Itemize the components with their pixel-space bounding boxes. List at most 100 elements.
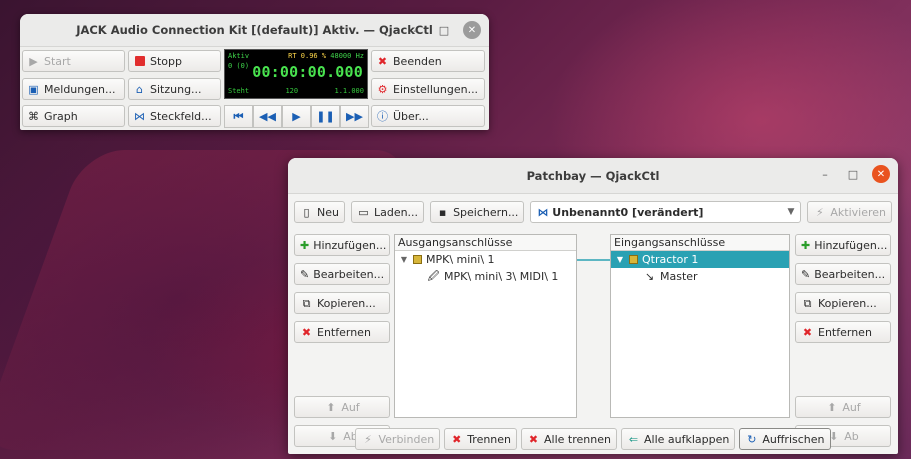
list-item[interactable]: ▼ MPK\ mini\ 1 <box>395 251 576 268</box>
activate-button[interactable]: ⚡ Aktivieren <box>807 201 892 223</box>
activate-label: Aktivieren <box>830 205 886 219</box>
new-label: Neu <box>317 205 339 219</box>
arrow-up-icon: ⬆ <box>827 400 837 414</box>
close-icon[interactable]: ✕ <box>872 165 890 183</box>
list-item-label: MPK\ mini\ 1 <box>426 253 495 266</box>
quit-label: Beenden <box>393 54 442 68</box>
quit-icon: ✖ <box>377 54 388 68</box>
output-remove-button[interactable]: ✖ Entfernen <box>294 321 390 343</box>
minimize-icon[interactable]: – <box>816 165 834 183</box>
connect-label: Verbinden <box>378 432 435 446</box>
start-label: Start <box>44 54 71 68</box>
refresh-label: Auffrischen <box>762 432 825 446</box>
disconnect-all-icon: ✖ <box>528 432 539 446</box>
input-add-button[interactable]: ✚ Hinzufügen... <box>795 234 891 256</box>
graph-button[interactable]: ⌘ Graph <box>22 105 125 127</box>
display-time: 00:00:00.000 <box>252 63 363 81</box>
display-top-row: Aktiv RT 0.96 % 48000 Hz <box>228 52 364 60</box>
connect-button[interactable]: ⚡ Verbinden <box>355 428 441 450</box>
output-edit-label: Bearbeiten... <box>313 267 385 281</box>
patchbay-window-title: Patchbay — QjackCtl <box>526 168 660 183</box>
patchbay-window: Patchbay — QjackCtl – □ ✕ ▯ Neu ▭ Laden.… <box>288 158 898 454</box>
output-buttons: ✚ Hinzufügen... ✎ Bearbeiten... ⧉ Kopier… <box>294 234 390 454</box>
input-edit-label: Bearbeiten... <box>814 267 886 281</box>
connections-icon: ⋈ <box>134 109 145 123</box>
list-item[interactable]: 🖉 MPK\ mini\ 3\ MIDI\ 1 <box>395 268 576 285</box>
display-xruns: 0 (0) <box>228 62 250 70</box>
input-list[interactable]: Eingangsanschlüsse ▼ Qtractor 1 ↘ Master <box>610 234 790 418</box>
rewind-button[interactable]: ◀◀ <box>253 105 282 128</box>
maximize-icon[interactable]: □ <box>435 21 453 39</box>
load-button[interactable]: ▭ Laden... <box>350 201 425 223</box>
arrow-up-icon: ⬆ <box>326 400 336 414</box>
rewind-start-button[interactable]: ⏮ <box>224 105 253 128</box>
close-icon[interactable]: ✕ <box>463 21 481 39</box>
transport-controls: ⏮ ◀◀ ▶ ❚❚ ▶▶ <box>224 105 369 128</box>
pause-button[interactable]: ❚❚ <box>311 105 340 128</box>
input-edit-button[interactable]: ✎ Bearbeiten... <box>795 263 891 285</box>
connections-button[interactable]: ⋈ Steckfeld... <box>128 105 221 127</box>
disconnect-all-button[interactable]: ✖ Alle trennen <box>521 428 617 450</box>
about-button[interactable]: ⓘ Über... <box>371 105 485 127</box>
expand-all-label: Alle aufklappen <box>643 432 730 446</box>
output-list[interactable]: Ausgangsanschlüsse ▼ MPK\ mini\ 1 🖉 MPK\… <box>394 234 577 418</box>
folder-icon: ▭ <box>358 205 369 219</box>
client-icon <box>413 255 422 264</box>
session-label: Sitzung... <box>150 82 202 96</box>
preset-select[interactable]: ⋈ Unbenannt0 [verändert] ▼ <box>530 201 802 223</box>
graph-label: Graph <box>44 109 78 123</box>
input-remove-label: Entfernen <box>818 325 872 339</box>
messages-label: Meldungen... <box>44 82 116 96</box>
output-list-header: Ausgangsanschlüsse <box>395 235 576 251</box>
minimize-icon[interactable]: – <box>407 21 425 39</box>
list-item-label: Qtractor 1 <box>642 253 699 266</box>
output-remove-label: Entfernen <box>317 325 371 339</box>
output-copy-button[interactable]: ⧉ Kopieren... <box>294 292 390 314</box>
stop-button[interactable]: Stopp <box>128 50 221 72</box>
input-add-label: Hinzufügen... <box>814 238 888 252</box>
input-up-button[interactable]: ⬆ Auf <box>795 396 891 418</box>
preset-value: Unbenannt0 [verändert] <box>552 205 704 219</box>
connections-label: Steckfeld... <box>150 109 212 123</box>
copy-icon: ⧉ <box>803 296 812 310</box>
input-buttons: ✚ Hinzufügen... ✎ Bearbeiten... ⧉ Kopier… <box>795 234 891 454</box>
refresh-button[interactable]: ↻ Auffrischen <box>739 428 831 450</box>
start-button[interactable]: ▶ Start <box>22 50 125 72</box>
edit-icon: ✎ <box>300 267 310 281</box>
display-bpm: 120 <box>285 87 299 95</box>
output-copy-label: Kopieren... <box>317 296 376 310</box>
graph-icon: ⌘ <box>28 109 39 123</box>
plus-icon: ✚ <box>300 238 310 252</box>
connection-line <box>577 259 610 261</box>
list-item[interactable]: ▼ Qtractor 1 <box>611 251 789 268</box>
play-button[interactable]: ▶ <box>282 105 311 128</box>
jack-titlebar[interactable]: JACK Audio Connection Kit [(default)] Ak… <box>20 14 489 47</box>
plus-icon: ✚ <box>801 238 811 252</box>
list-item[interactable]: ↘ Master <box>611 268 789 285</box>
output-up-button[interactable]: ⬆ Auf <box>294 396 390 418</box>
input-copy-button[interactable]: ⧉ Kopieren... <box>795 292 891 314</box>
session-button[interactable]: ⌂ Sitzung... <box>128 78 221 100</box>
output-add-button[interactable]: ✚ Hinzufügen... <box>294 234 390 256</box>
messages-button[interactable]: ▣ Meldungen... <box>22 78 125 100</box>
input-remove-button[interactable]: ✖ Entfernen <box>795 321 891 343</box>
disconnect-button[interactable]: ✖ Trennen <box>444 428 518 450</box>
forward-button[interactable]: ▶▶ <box>340 105 369 128</box>
display-dsp: 0.96 % <box>300 52 327 60</box>
patchbay-toolbar: ▯ Neu ▭ Laden... ▪ Speichern... ⋈ Unbena… <box>294 200 892 224</box>
output-edit-button[interactable]: ✎ Bearbeiten... <box>294 263 390 285</box>
save-button[interactable]: ▪ Speichern... <box>430 201 525 223</box>
maximize-icon[interactable]: □ <box>844 165 862 183</box>
display-bottom-row: Steht 120 1.1.000 <box>228 87 364 95</box>
display-rt: RT <box>288 52 297 60</box>
settings-button[interactable]: ⚙ Einstellungen... <box>371 78 485 100</box>
expand-all-button[interactable]: ⇐ Alle aufklappen <box>620 428 736 450</box>
list-item-label: MPK\ mini\ 3\ MIDI\ 1 <box>444 270 559 283</box>
patchbay-titlebar[interactable]: Patchbay — QjackCtl – □ ✕ <box>288 158 898 194</box>
input-up-label: Auf <box>842 400 861 414</box>
bottom-buttons: ⚡ Verbinden ✖ Trennen ✖ Alle trennen ⇐ A… <box>288 428 898 450</box>
quit-button[interactable]: ✖ Beenden <box>371 50 485 72</box>
save-label: Speichern... <box>453 205 519 219</box>
status-display[interactable]: Aktiv RT 0.96 % 48000 Hz 0 (0) 00:00:00.… <box>224 49 368 99</box>
new-button[interactable]: ▯ Neu <box>294 201 345 223</box>
